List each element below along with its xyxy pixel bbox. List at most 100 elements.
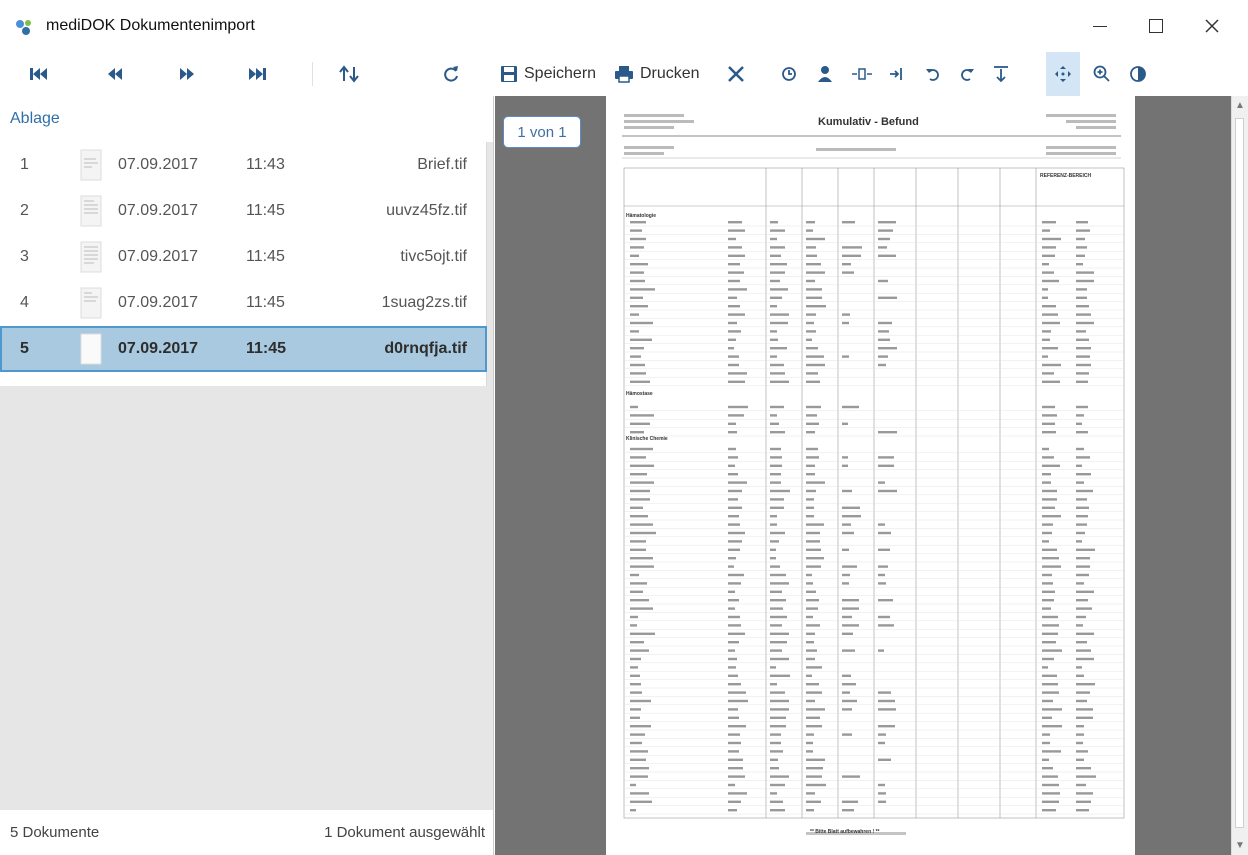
- zoom-button[interactable]: [1088, 52, 1116, 96]
- row-filename: uuvz45fz.tif: [386, 202, 467, 219]
- title-bar: mediDOK Dokumentenimport: [0, 0, 1248, 52]
- row-date: 07.09.2017: [118, 340, 199, 357]
- toolbar-separator: [312, 62, 313, 86]
- list-item[interactable]: 2 07.09.2017 11:45 uuvz45fz.tif: [0, 188, 487, 234]
- rotate-reset-button[interactable]: [776, 52, 802, 96]
- user-icon: [818, 66, 832, 82]
- close-icon: [1205, 19, 1219, 33]
- document-list-panel: Ablage 1 07.09.2017 11:43 Brief.tif 2 07…: [0, 96, 494, 855]
- status-bar: 5 Dokumente 1 Dokument ausgewählt: [0, 810, 493, 855]
- refresh-button[interactable]: [436, 52, 466, 96]
- row-filename: Brief.tif: [417, 156, 467, 173]
- row-number: 5: [20, 340, 29, 357]
- list-item[interactable]: 3 07.09.2017 11:45 tivc5ojt.tif: [0, 234, 487, 280]
- merge-button[interactable]: [886, 52, 912, 96]
- row-number: 2: [20, 202, 29, 219]
- close-x-icon: [728, 66, 744, 82]
- lab-report-image: [622, 114, 1125, 835]
- scroll-thumb[interactable]: [1235, 118, 1244, 828]
- row-time: 11:45: [246, 294, 285, 311]
- refresh-icon: [444, 66, 458, 82]
- row-number: 1: [20, 156, 29, 173]
- sort-arrows-icon: [339, 65, 359, 83]
- row-number: 4: [20, 294, 29, 311]
- delete-button[interactable]: [722, 52, 750, 96]
- rewind-icon: [108, 68, 122, 80]
- row-date: 07.09.2017: [118, 202, 199, 219]
- report-footer: ** Bitte Blatt aufbewahren ! **: [810, 829, 880, 835]
- row-number: 3: [20, 248, 29, 265]
- first-document-button[interactable]: [24, 52, 54, 96]
- skip-last-icon: [249, 68, 266, 80]
- document-count: 5 Dokumente: [10, 824, 100, 841]
- rotate-left-icon: [926, 69, 939, 81]
- list-item[interactable]: 4 07.09.2017 11:45 1suag2zs.tif: [0, 280, 487, 326]
- last-document-button[interactable]: [242, 52, 272, 96]
- sort-button[interactable]: [334, 52, 364, 96]
- report-title: Kumulativ - Befund: [818, 116, 919, 128]
- print-label: Drucken: [640, 65, 700, 82]
- merge-arrows-icon: [890, 68, 902, 80]
- maximize-icon: [1149, 19, 1163, 33]
- reference-heading: REFERENZ-BEREICH: [1040, 173, 1092, 179]
- selection-count: 1 Dokument ausgewählt: [324, 824, 485, 841]
- save-icon: [501, 66, 517, 82]
- row-date: 07.09.2017: [118, 248, 199, 265]
- printer-icon: [615, 66, 633, 83]
- rotate-right-icon: [961, 69, 974, 81]
- document-thumbnail-icon: [80, 195, 102, 227]
- rotate-right-button[interactable]: [954, 52, 980, 96]
- row-time: 11:45: [246, 340, 287, 357]
- row-date: 07.09.2017: [118, 156, 199, 173]
- split-arrows-icon: [852, 68, 872, 80]
- pan-tool-button[interactable]: [1046, 52, 1080, 96]
- row-filename: 1suag2zs.tif: [381, 294, 467, 311]
- fast-forward-icon: [180, 68, 194, 80]
- scroll-down-icon[interactable]: ▼: [1235, 840, 1245, 851]
- next-document-button[interactable]: [172, 52, 202, 96]
- document-thumbnail-icon: [80, 287, 102, 319]
- app-logo-icon: [16, 20, 31, 35]
- ablage-header: Ablage: [0, 96, 493, 142]
- list-item[interactable]: 1 07.09.2017 11:43 Brief.tif: [0, 142, 487, 188]
- history-icon: [782, 67, 796, 81]
- ablage-label: Ablage: [10, 110, 60, 127]
- section-heading: Hämostase: [626, 391, 653, 397]
- print-button[interactable]: Drucken: [614, 52, 714, 96]
- section-heading: Klinische Chemie: [626, 436, 668, 442]
- move-icon: [1055, 66, 1071, 82]
- insert-page-button[interactable]: [988, 52, 1014, 96]
- document-thumbnail-icon: [80, 333, 102, 365]
- document-page: Kumulativ - Befund REFERENZ-BEREICH Häma…: [606, 96, 1135, 855]
- maximize-button[interactable]: [1128, 0, 1184, 52]
- insert-arrow-icon: [994, 66, 1008, 83]
- row-time: 11:43: [246, 156, 285, 173]
- row-date: 07.09.2017: [118, 294, 199, 311]
- row-time: 11:45: [246, 248, 285, 265]
- save-button[interactable]: Speichern: [500, 52, 608, 96]
- document-thumbnail-icon: [80, 241, 102, 273]
- document-list: 1 07.09.2017 11:43 Brief.tif 2 07.09.201…: [0, 142, 487, 386]
- document-thumbnail-icon: [80, 149, 102, 181]
- viewer-scrollbar[interactable]: ▲ ▼: [1231, 96, 1248, 855]
- skip-first-icon: [30, 68, 47, 80]
- section-heading: Hämatologie: [626, 213, 657, 219]
- document-viewer[interactable]: 1 von 1 Kumulativ - Befund REFERENZ-BERE…: [495, 96, 1231, 855]
- minimize-icon: [1093, 25, 1107, 27]
- zoom-in-icon: [1093, 65, 1110, 82]
- scroll-up-icon[interactable]: ▲: [1235, 100, 1245, 111]
- list-item-selected[interactable]: 5 07.09.2017 11:45 d0rnqfja.tif: [0, 326, 487, 372]
- row-time: 11:45: [246, 202, 285, 219]
- rotate-left-button[interactable]: [920, 52, 946, 96]
- close-button[interactable]: [1184, 0, 1240, 52]
- contrast-button[interactable]: [1124, 52, 1152, 96]
- previous-document-button[interactable]: [100, 52, 130, 96]
- page-indicator: 1 von 1: [503, 116, 581, 148]
- save-label: Speichern: [524, 65, 597, 82]
- split-button[interactable]: [848, 52, 876, 96]
- minimize-button[interactable]: [1072, 0, 1128, 52]
- user-assign-button[interactable]: [812, 52, 838, 96]
- toolbar: Speichern Drucken: [0, 52, 1248, 96]
- row-filename: tivc5ojt.tif: [400, 248, 467, 265]
- row-filename: d0rnqfja.tif: [384, 340, 467, 357]
